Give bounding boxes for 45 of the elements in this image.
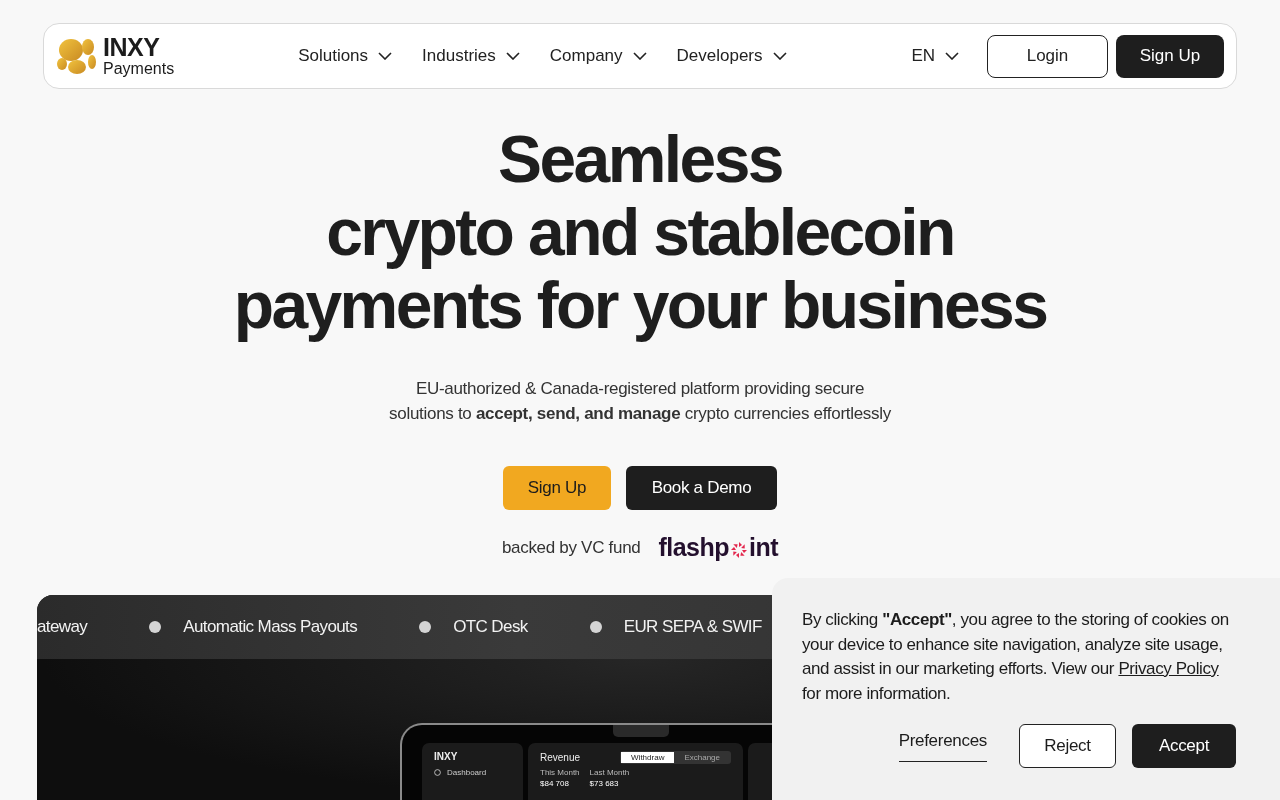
stat-label: This Month bbox=[540, 768, 580, 777]
dashboard-toggle-tab[interactable]: Exchange bbox=[674, 752, 730, 763]
chevron-down-icon bbox=[632, 52, 647, 60]
hero-subtitle: EU-authorized & Canada-registered platform providing secure solutions to accept, send, and manage crypto currencies effortlessly bbox=[388, 378, 892, 425]
bullet-dot-icon bbox=[149, 621, 162, 633]
reject-button[interactable]: Reject bbox=[1019, 724, 1116, 768]
feature-ticker-item: ateway bbox=[37, 617, 88, 637]
nav-menu-item[interactable]: Developers bbox=[676, 46, 787, 66]
login-button[interactable]: Login bbox=[987, 34, 1108, 78]
bullet-dot-icon bbox=[419, 621, 432, 633]
stat-label: Last Month bbox=[589, 768, 630, 777]
sign-up-button[interactable]: Sign Up bbox=[503, 466, 611, 510]
chevron-down-icon bbox=[378, 52, 393, 60]
backed-by-text: backed by VC fund bbox=[501, 537, 641, 558]
logo-subtitle: Payments bbox=[103, 61, 175, 77]
dashboard-icon bbox=[434, 769, 441, 776]
sign-up-button[interactable]: Sign Up bbox=[1116, 34, 1224, 78]
hero-heading: Seamless crypto and stablecoin payments for your business bbox=[233, 123, 1047, 342]
fund-logo-text: int bbox=[749, 533, 779, 562]
dashboard-toggle-tab[interactable]: Withdraw bbox=[621, 752, 675, 763]
privacy-policy-link[interactable]: Privacy Policy bbox=[1118, 659, 1219, 678]
dashboard-brand: INXY bbox=[434, 751, 459, 762]
feature-ticker-item: OTC Desk bbox=[453, 617, 528, 637]
logo-title: INXY bbox=[103, 35, 161, 60]
language-selector[interactable]: EN bbox=[911, 46, 959, 66]
chevron-down-icon bbox=[772, 52, 787, 60]
stat-value: $73 683 bbox=[589, 779, 620, 788]
nav-menu-item[interactable]: Industries bbox=[422, 46, 520, 66]
fund-logo-text: flashp bbox=[658, 533, 730, 562]
revenue-title: Revenue bbox=[540, 752, 581, 763]
accept-button[interactable]: Accept bbox=[1132, 724, 1236, 768]
chevron-down-icon bbox=[505, 52, 520, 60]
nav-menu-item[interactable]: Solutions bbox=[298, 46, 393, 66]
aperture-icon bbox=[730, 540, 749, 559]
chevron-down-icon bbox=[945, 52, 959, 60]
feature-ticker-item: Automatic Mass Payouts bbox=[183, 617, 358, 637]
laptop-notch bbox=[613, 725, 669, 737]
nav-menu-item[interactable]: Company bbox=[549, 46, 647, 66]
bullet-dot-icon bbox=[589, 621, 602, 633]
stat-value: $84 708 bbox=[540, 779, 570, 788]
cookie-message: By clicking "Accept", you agree to the storing of cookies on your device to enhance site navigation, analyze site usage, and assist in our marketing efforts. View our Privacy Policy for more information. bbox=[802, 609, 1230, 705]
logo-icon bbox=[56, 37, 97, 75]
feature-ticker-item: EUR SEPA & SWIF bbox=[623, 617, 762, 637]
book-demo-button[interactable]: Book a Demo bbox=[626, 466, 777, 510]
preferences-button[interactable]: Preferences bbox=[898, 730, 987, 762]
